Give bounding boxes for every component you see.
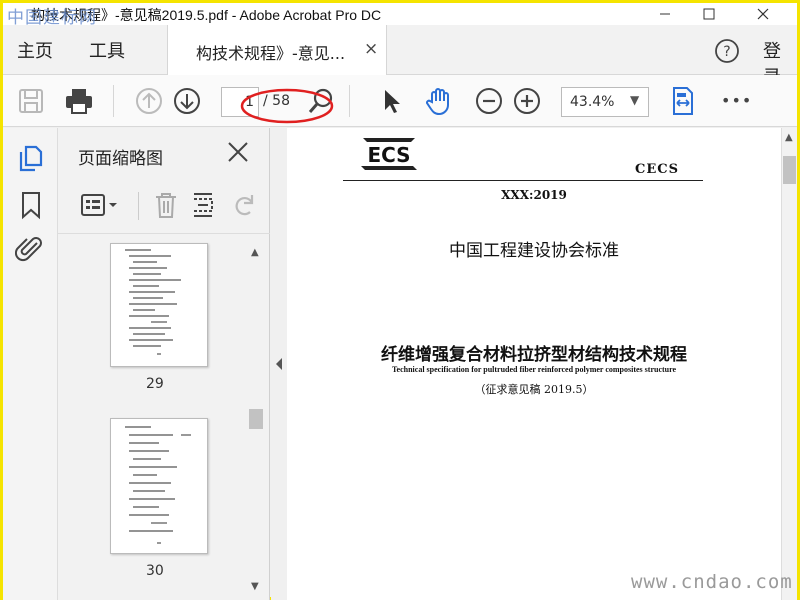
insert-page-icon[interactable]: [190, 190, 218, 220]
help-icon[interactable]: ?: [713, 37, 741, 65]
save-icon[interactable]: [15, 85, 47, 117]
scroll-down-icon[interactable]: ▼: [251, 581, 259, 592]
chevron-down-icon: ▼: [630, 93, 640, 107]
collapse-panel-handle[interactable]: [271, 128, 287, 600]
select-arrow-icon[interactable]: [375, 85, 407, 117]
rotate-icon[interactable]: [230, 190, 258, 220]
zoom-value: 43.4%: [570, 94, 615, 110]
scrollbar-thumb[interactable]: [783, 156, 796, 184]
annotation-ellipse: [239, 87, 335, 125]
thumbnail-scrollbar[interactable]: ▲ ▼: [248, 243, 264, 600]
hand-icon[interactable]: [423, 85, 455, 117]
navigation-rail: [3, 128, 58, 600]
bookmark-icon[interactable]: [17, 190, 45, 220]
document-tab[interactable]: 构技术规程》-意见... ×: [167, 25, 387, 75]
print-icon[interactable]: [63, 85, 95, 117]
thumbnails-icon[interactable]: [17, 144, 45, 174]
prev-page-icon[interactable]: [133, 85, 165, 117]
title-bar: 构技术规程》-意见稿2019.5.pdf - Adobe Acrobat Pro…: [3, 3, 797, 28]
close-panel-button[interactable]: [226, 140, 250, 164]
zoom-in-icon[interactable]: [511, 85, 543, 117]
more-tools-button[interactable]: •••: [721, 91, 752, 110]
attachment-icon[interactable]: [15, 234, 45, 264]
thumbnail-page-number: 29: [146, 376, 164, 392]
document-view: ECS CECS XXX:2019 中国工程建设协会标准 纤维增强复合材料拉挤型…: [287, 128, 781, 600]
scroll-up-icon[interactable]: ▲: [785, 132, 793, 143]
thumbnail-toolbar: [58, 178, 270, 234]
options-icon[interactable]: [80, 192, 120, 218]
document-title-cn: 纤维增强复合材料拉挤型材结构技术规程: [381, 345, 687, 365]
logo-text: ECS: [367, 143, 410, 167]
menu-home[interactable]: 主页: [17, 37, 53, 63]
scrollbar-thumb[interactable]: [249, 409, 263, 429]
thumbnail-page-number: 30: [146, 563, 164, 579]
edition-note: （征求意见稿 2019.5）: [474, 383, 594, 396]
standard-type: 中国工程建设协会标准: [449, 241, 619, 261]
document-title-en: Technical specification for pultruded fi…: [391, 365, 677, 374]
thumbnail-text-lines: [125, 426, 191, 544]
maximize-button[interactable]: [687, 3, 731, 25]
menu-tools[interactable]: 工具: [89, 37, 125, 63]
zoom-select[interactable]: 43.4% ▼: [561, 87, 649, 117]
toolbar: 1 / 58 43.4% ▼ •••: [3, 75, 797, 127]
org-code: CECS: [635, 162, 679, 177]
scroll-up-icon[interactable]: ▲: [251, 247, 259, 258]
header-rule: [343, 180, 703, 181]
page-thumbnail[interactable]: [110, 418, 208, 554]
ecs-logo: ECS: [357, 134, 421, 174]
next-page-icon[interactable]: [171, 85, 203, 117]
minimize-button[interactable]: [643, 3, 687, 25]
thumbnail-text-lines: [125, 249, 181, 355]
page-thumbnail[interactable]: [110, 243, 208, 367]
zoom-out-icon[interactable]: [473, 85, 505, 117]
panel-title: 页面缩略图: [78, 149, 163, 169]
thumbnail-panel: 页面缩略图 29 30 ▲ ▼: [58, 128, 270, 600]
close-tab-button[interactable]: ×: [364, 39, 378, 59]
document-scrollbar[interactable]: ▲: [781, 128, 797, 600]
standard-code: XXX:2019: [501, 188, 567, 202]
svg-text:?: ?: [723, 44, 730, 60]
menu-bar: 主页 工具 构技术规程》-意见... × ? 登录: [3, 25, 797, 88]
fit-width-icon[interactable]: [667, 85, 699, 117]
delete-icon[interactable]: [152, 190, 180, 220]
close-window-button[interactable]: [741, 3, 785, 25]
watermark-bottom: www.cndao.com: [631, 571, 793, 593]
document-tab-label: 构技术规程》-意见...: [196, 44, 346, 63]
